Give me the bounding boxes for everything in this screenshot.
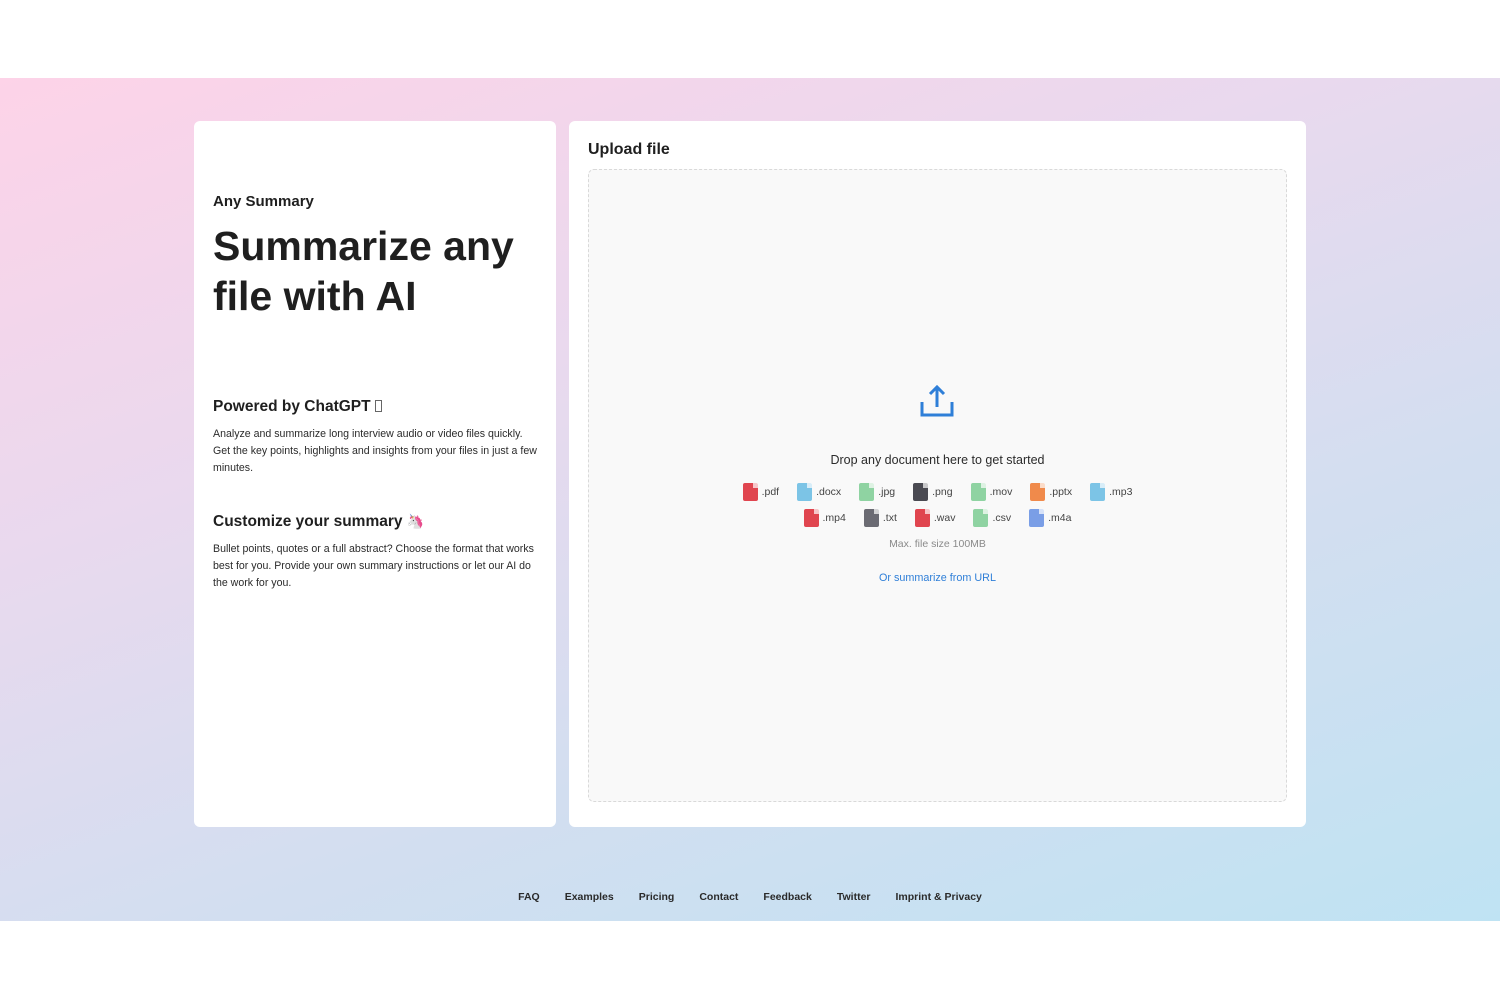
page-headline: Summarize any file with AI [213,223,514,319]
file-type-label: .docx [816,486,842,498]
customize-title: Customize your summary 🦄 [213,513,424,531]
customize-title-text: Customize your summary [213,513,403,530]
drop-instruction: Drop any document here to get started [830,453,1045,467]
upload-card: Upload file Drop any document here to ge… [569,121,1306,827]
file-type-m4a: .m4a [1029,509,1071,527]
brand-name: Any Summary [213,193,314,210]
pdf-file-icon [742,483,758,501]
footer-link-contact[interactable]: Contact [699,891,738,903]
mp4-file-icon [803,509,819,527]
mp3-file-icon [1090,483,1106,501]
file-type-label: .mp4 [822,512,846,524]
file-type-label: .jpg [878,486,896,498]
footer-link-faq[interactable]: FAQ [518,891,540,903]
footer-link-pricing[interactable]: Pricing [639,891,675,903]
txt-file-icon [863,509,879,527]
mov-file-icon [970,483,986,501]
file-type-label: .m4a [1048,512,1072,524]
file-types-row-1: .pdf .docx .jpg .png .mov .pptx .mp3 [589,483,1286,501]
m4a-file-icon [1029,509,1045,527]
powered-by-description: Analyze and summarize long interview aud… [213,428,537,474]
file-type-docx: .docx [797,483,841,501]
file-type-mp4: .mp4 [803,509,846,527]
unicorn-icon: 🦄 [406,513,424,529]
max-file-size: Max. file size 100MB [889,538,986,550]
file-type-label: .pptx [1049,486,1073,498]
pptx-file-icon [1030,483,1046,501]
powered-by-title: Powered by ChatGPT [213,398,382,416]
file-type-png: .png [913,483,953,501]
png-file-icon [913,483,929,501]
footer-link-twitter[interactable]: Twitter [837,891,871,903]
file-type-pptx: .pptx [1030,483,1072,501]
upload-title: Upload file [588,141,670,158]
file-dropzone[interactable]: Drop any document here to get started .p… [588,169,1287,802]
footer-link-feedback[interactable]: Feedback [763,891,811,903]
powered-by-title-text: Powered by ChatGPT [213,398,371,415]
docx-file-icon [797,483,813,501]
file-type-mp3: .mp3 [1090,483,1132,501]
summarize-from-url-link[interactable]: Or summarize from URL [589,572,1286,584]
upload-icon [920,385,954,417]
file-type-label: .txt [882,512,897,524]
customize-description: Bullet points, quotes or a full abstract… [213,543,534,589]
file-type-label: .pdf [761,486,780,498]
footer-link-examples[interactable]: Examples [565,891,614,903]
file-type-txt: .txt [863,509,897,527]
file-type-label: .mov [989,486,1013,498]
missing-emoji-icon [374,400,382,412]
footer-link-imprint-privacy[interactable]: Imprint & Privacy [896,891,982,903]
jpg-file-icon [859,483,875,501]
file-type-jpg: .jpg [859,483,895,501]
file-type-mov: .mov [970,483,1013,501]
file-type-csv: .csv [973,509,1011,527]
file-type-pdf: .pdf [742,483,780,501]
file-type-label: .mp3 [1109,486,1133,498]
wav-file-icon [914,509,930,527]
file-type-label: .wav [933,512,956,524]
file-type-label: .png [932,486,953,498]
footer-nav: FAQ Examples Pricing Contact Feedback Twitter… [0,891,1500,903]
file-types-row-2: .mp4 .txt .wav .csv .m4a [589,509,1286,527]
file-type-label: .csv [992,512,1012,524]
csv-file-icon [973,509,989,527]
file-type-wav: .wav [914,509,956,527]
intro-card: Any Summary Summarize any file with AI P… [194,121,556,827]
